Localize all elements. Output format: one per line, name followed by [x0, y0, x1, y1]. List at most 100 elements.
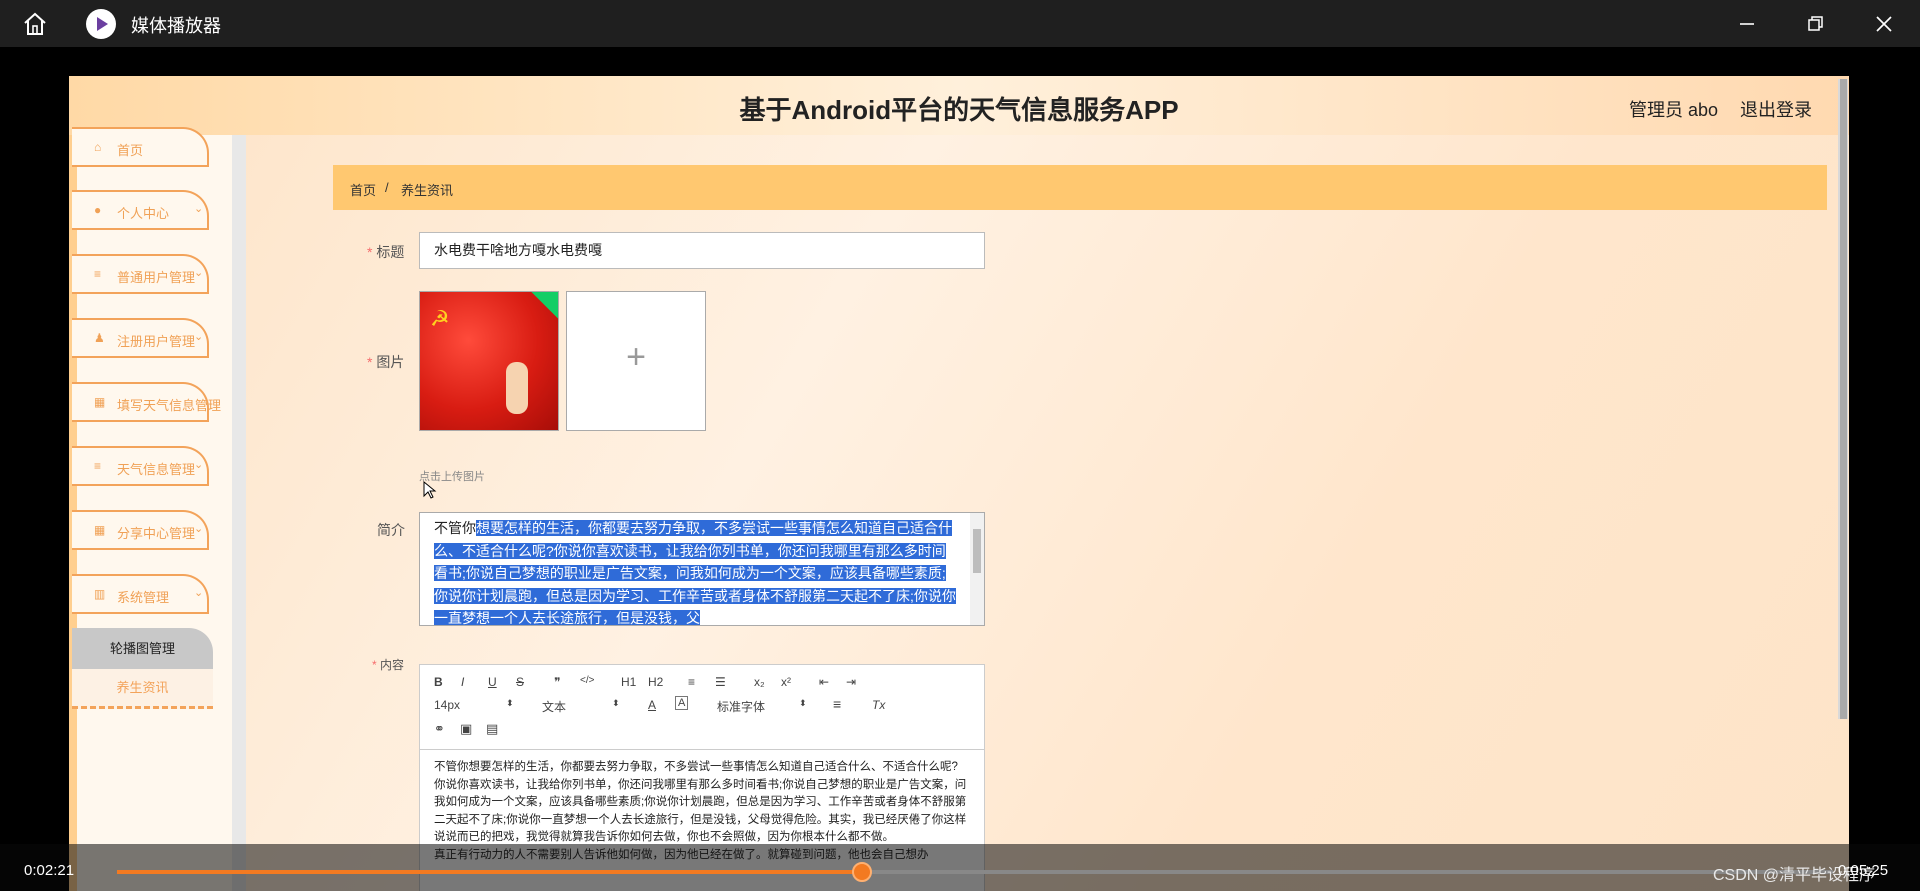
video-icon[interactable]: ▤ [486, 721, 498, 737]
scrollbar-thumb[interactable] [973, 529, 981, 573]
breadcrumb: 首页 / 养生资讯 [333, 165, 1827, 210]
sidebar-item-share-center[interactable]: ▦ 分享中心管理 ⌄ [72, 510, 209, 550]
sidebar-item-label: 系统管理 [117, 590, 170, 605]
sidebar-item-label: 个人中心 [117, 206, 170, 221]
title-input[interactable]: 水电费干啥地方嘎水电费嘎 [419, 232, 985, 269]
person-icon: ● [94, 203, 102, 217]
summary-scrollbar[interactable] [970, 513, 984, 625]
select-arrow-icon: ⬍ [799, 698, 807, 708]
mouse-cursor-icon [423, 481, 437, 499]
summary-text-selected: 想要怎样的生活，你都要去努力争取，不多尝试一些事情怎么知道自己适合什么、不适合什… [434, 520, 956, 626]
sidebar-item-registered-users[interactable]: ♟ 注册用户管理 ⌄ [72, 318, 209, 358]
progress-knob[interactable] [851, 862, 872, 882]
home-icon[interactable] [22, 11, 48, 37]
strike-button[interactable]: S [516, 675, 524, 689]
progress-fill [117, 870, 862, 874]
text-color-button[interactable]: A [648, 698, 656, 712]
h1-button[interactable]: H1 [621, 675, 636, 689]
align-icon[interactable]: ≡ [833, 696, 841, 712]
font-family-value: 标准字体 [717, 700, 766, 714]
chevron-down-icon: ⌄ [194, 523, 204, 535]
logout-link[interactable]: 退出登录 [1740, 96, 1812, 122]
h2-button[interactable]: H2 [648, 675, 663, 689]
title-label: * 标题 [367, 242, 404, 262]
sidebar-subitem-carousel[interactable]: 轮播图管理 [72, 628, 213, 669]
italic-button[interactable]: I [461, 675, 464, 689]
editor-toolbar: B I U S ❞ </> H1 H2 ≡ ☰ x₂ x² ⇤ ⇥ 14px ⬍ … [420, 665, 984, 750]
title-label-text: 标题 [376, 244, 405, 260]
subscript-button[interactable]: x₂ [754, 675, 765, 689]
close-icon[interactable] [1871, 11, 1897, 37]
admin-label: 管理员 abo [1629, 100, 1719, 120]
site-header: 基于Android平台的天气信息服务APP 管理员 abo 退出登录 [69, 76, 1849, 135]
required-mark: * [372, 658, 377, 672]
minimize-icon[interactable] [1734, 11, 1760, 37]
required-mark: * [367, 244, 373, 260]
bold-button[interactable]: B [434, 675, 443, 689]
chevron-down-icon: ⌄ [194, 267, 204, 279]
total-time: 0:05:25 [1838, 862, 1889, 879]
sidebar: ⌂ 首页 ● 个人中心 ⌄ ≡ 普通用户管理 ⌄ ♟ 注册用户管理 ⌄ ▦ 填写… [69, 127, 246, 891]
image-icon[interactable]: ▣ [460, 721, 472, 737]
list-icon: ≡ [94, 459, 102, 473]
image-label-text: 图片 [376, 354, 405, 370]
sidebar-item-label: 天气信息管理 [117, 462, 196, 477]
sidebar-item-fill-weather[interactable]: ▦ 填写天气信息管理 [72, 382, 221, 422]
select-arrow-icon: ⬍ [506, 698, 514, 708]
outdent-button[interactable]: ⇤ [819, 675, 829, 689]
clear-format-button[interactable]: Tx [872, 698, 885, 712]
sidebar-item-weather-info[interactable]: ≡ 天气信息管理 ⌄ [72, 446, 209, 486]
home-icon: ⌂ [94, 140, 102, 154]
chevron-down-icon: ⌄ [194, 587, 204, 599]
sidebar-subitem-health-news[interactable]: 养生资讯 [72, 669, 213, 709]
list-icon: ≡ [94, 267, 102, 281]
sidebar-item-profile[interactable]: ● 个人中心 ⌄ [72, 190, 209, 230]
breadcrumb-home[interactable]: 首页 [350, 180, 376, 199]
sidebar-item-home[interactable]: ⌂ 首页 [72, 127, 209, 167]
current-time: 0:02:21 [24, 862, 75, 879]
emblem-icon: ☭ [430, 306, 450, 331]
block-type-value: 文本 [542, 700, 567, 714]
media-player-icon [86, 9, 116, 39]
required-mark: * [367, 354, 373, 370]
video-frame: 基于Android平台的天气信息服务APP 管理员 abo 退出登录 ⌂ 首页 … [69, 76, 1849, 891]
sidebar-item-label: 注册用户管理 [117, 334, 196, 349]
code-block-button[interactable]: </> [580, 675, 594, 686]
window-title: 媒体播放器 [131, 16, 221, 36]
upload-image-button[interactable]: + [566, 291, 706, 431]
sidebar-item-normal-users[interactable]: ≡ 普通用户管理 ⌄ [72, 254, 209, 294]
underline-button[interactable]: U [488, 675, 497, 689]
book-icon: ▥ [94, 587, 106, 601]
link-icon[interactable]: ⚭ [434, 721, 445, 737]
chevron-down-icon: ⌄ [194, 203, 204, 215]
image-figure [506, 362, 528, 414]
uploaded-image-thumbnail[interactable]: ☭ [419, 291, 559, 431]
summary-text-unselected: 不管你 [434, 520, 476, 536]
sidebar-item-label: 分享中心管理 [117, 526, 196, 541]
background-color-icon[interactable]: A [675, 696, 689, 710]
summary-textarea[interactable]: 不管你想要怎样的生活，你都要去努力争取，不多尝试一些事情怎么知道自己适合什么、不… [419, 512, 985, 626]
grid-icon: ▦ [94, 523, 106, 537]
page-scrollbar[interactable] [1838, 79, 1848, 719]
page-scrollbar-thumb[interactable] [1840, 79, 1847, 719]
indent-button[interactable]: ⇥ [846, 675, 856, 689]
sidebar-divider [232, 135, 246, 891]
font-family-select[interactable]: 标准字体 ⬍ [717, 698, 807, 715]
superscript-button[interactable]: x² [781, 675, 791, 689]
block-type-select[interactable]: 文本 ⬍ [542, 698, 620, 715]
sidebar-item-system[interactable]: ▥ 系统管理 ⌄ [72, 574, 209, 614]
user-icon: ♟ [94, 331, 105, 345]
restore-icon[interactable] [1802, 11, 1828, 37]
content-label-text: 内容 [380, 658, 405, 672]
bullet-list-button[interactable]: ☰ [715, 675, 726, 689]
player-title-bar: 媒体播放器 [0, 0, 1920, 47]
player-controls [0, 844, 1920, 891]
ordered-list-button[interactable]: ≡ [688, 675, 695, 689]
font-size-value: 14px [434, 698, 461, 712]
blockquote-button[interactable]: ❞ [554, 675, 560, 689]
font-size-select[interactable]: 14px ⬍ [434, 698, 514, 712]
sidebar-item-label: 填写天气信息管理 [117, 398, 222, 413]
sidebar-item-label: 普通用户管理 [117, 270, 196, 285]
progress-track[interactable] [117, 870, 1833, 874]
grid-icon: ▦ [94, 395, 106, 409]
